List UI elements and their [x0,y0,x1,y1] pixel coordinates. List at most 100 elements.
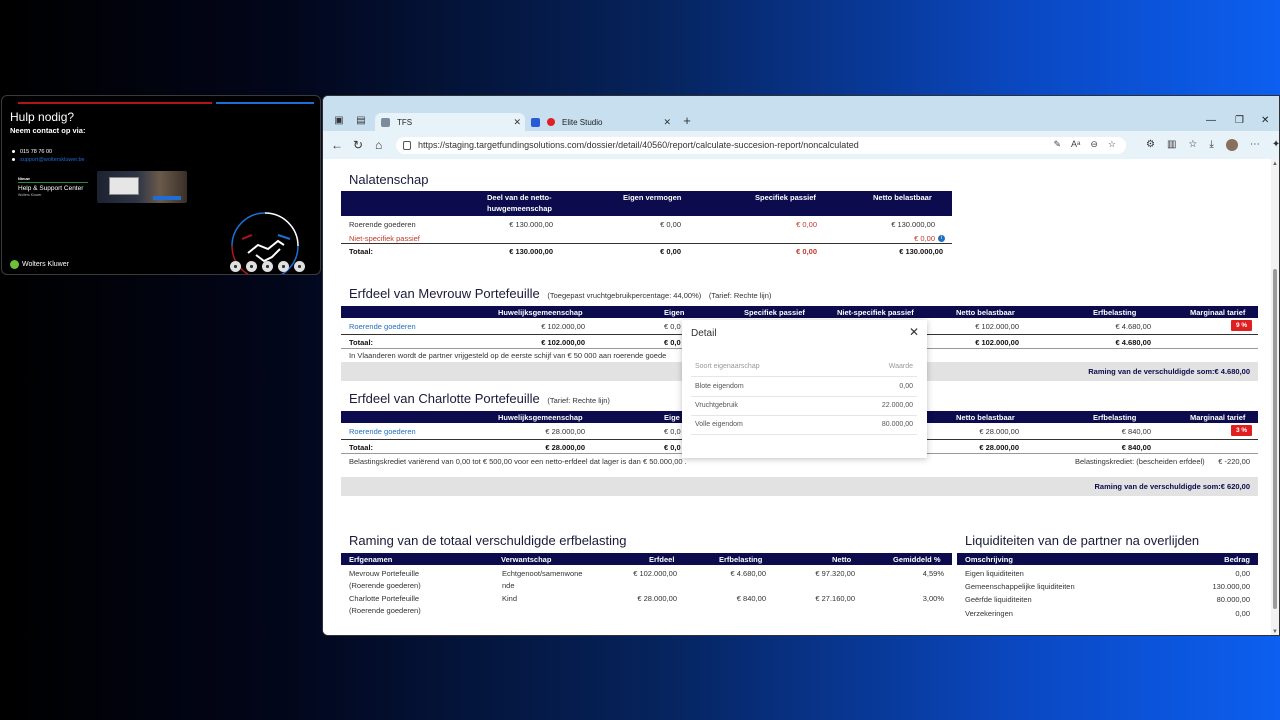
col-omschrijving: Omschrijving [965,555,1013,564]
favorite-star-icon[interactable]: ☆ [1108,139,1116,150]
tab-tfs[interactable]: TFS ✕ [375,113,525,131]
popup-row-label: Blote eigendom [695,383,744,390]
col-huw: Huwelijksgemeenschap [498,308,583,317]
total-netto: € 130.000,00 [899,247,943,256]
popup-row-value: 22.000,00 [881,402,913,409]
support-center-thumbnail[interactable] [97,171,187,203]
linkedin-icon[interactable] [246,261,257,272]
globe-icon[interactable] [230,261,241,272]
col-bedrag: Bedrag [1224,555,1250,564]
total-specifiek: € 0,00 [796,247,817,256]
split-screen-icon[interactable]: ▥ [1167,139,1176,151]
erfbelasting: € 4.680,00 [730,569,766,578]
page-scrollbar[interactable]: ▲ ▼ [1271,159,1279,635]
email-link[interactable]: support@wolterskluwer.be [20,157,85,163]
company-logo: Wolters Kluwer [10,260,69,269]
liq-value: 0,00 [1235,569,1250,578]
roerende-goederen-link[interactable]: Roerende goederen [349,427,416,436]
tab-label: TFS [397,117,413,127]
download-icon[interactable]: ⤓ [1209,139,1213,151]
profile-avatar[interactable] [1225,139,1238,151]
liq-value: 80.000,00 [1216,595,1250,604]
maximize-icon[interactable]: ❐ [1235,115,1244,126]
url-field[interactable]: https://staging.targetfundingsolutions.c… [396,137,1126,154]
total-erf: € 4.680,00 [1115,338,1151,347]
scrollbar-thumb[interactable] [1273,269,1277,609]
tab-label: Elite Studio [562,117,603,127]
verwantschap: Echtgenoot/samenwone [502,569,583,578]
new-tab-icon[interactable]: + [681,114,693,127]
row-huw: € 28.000,00 [545,427,585,436]
copilot-icon[interactable]: ✦ [1272,139,1279,151]
edit-icon[interactable]: ✎ [1053,139,1061,150]
support-center-promo[interactable]: Nieuw Help & Support Center Wolters Kluw… [18,176,93,197]
total-eigen: € 0,0 [664,338,681,347]
back-icon[interactable]: ← [331,138,343,152]
col-erfgenamen: Erfgenamen [349,555,393,564]
facebook-icon[interactable] [278,261,289,272]
raming-totaal-header: Erfgenamen Verwantschap Erfdeel Erfbelas… [341,553,952,565]
contact-email[interactable]: support@wolterskluwer.be [12,156,85,164]
refresh-icon[interactable]: ↻ [353,138,363,152]
erfgenaam-name: Mevrouw Portefeuille [349,569,420,578]
erfgenaam-sub: (Roerende goederen) [349,606,421,615]
close-tab-icon[interactable]: ✕ [513,117,521,128]
info-icon[interactable]: i [938,235,945,242]
read-aloud-icon[interactable]: Aᵃ [1071,139,1080,150]
detail-popup[interactable]: Detail ✕ Soort eigenaarschap Waarde Blot… [682,320,927,458]
liq-label: Eigen liquiditeiten [965,569,1024,578]
nalatenschap-table-header: Deel van de netto- huwgemeenschap Eigen … [341,191,952,216]
contact-list: 015 78 76 00 support@wolterskluwer.be [12,148,85,164]
erfdeel-mevrouw-heading: Erfdeel van Mevrouw Portefeuille [349,286,540,301]
liq-label: Gemeenschappelijke liquiditeiten [965,582,1075,591]
favorites-icon[interactable]: ☆ [1188,139,1197,151]
popup-row-label: Volle eigendom [695,421,743,428]
zoom-icon[interactable]: ⊖ [1090,139,1098,150]
row-divider [691,376,917,377]
col-erfbelasting: Erfbelasting [1093,413,1137,422]
liquiditeiten-header: Omschrijving Bedrag [957,553,1258,565]
verwantschap: Kind [502,594,518,603]
laptop-icon [109,177,139,195]
support-center-brand: Wolters Kluwer [18,193,42,197]
social-links [230,261,305,272]
lock-icon[interactable] [403,141,411,150]
workspaces-icon[interactable]: ▣ [333,115,345,127]
col-specifiek: Specifiek passief [755,193,816,202]
popup-row: Vruchtgebruik 22.000,00 [691,402,917,416]
close-tab-icon[interactable]: ✕ [663,117,671,128]
row-eigen: € 0,0 [664,322,681,331]
col-netto: Netto [832,555,852,564]
row-erf: € 840,00 [1121,427,1151,436]
close-window-icon[interactable]: ✕ [1261,115,1269,126]
erfgenaam-name: Charlotte Portefeuille [349,594,420,603]
total-netto: € 28.000,00 [979,443,1019,452]
liq-value: 130.000,00 [1212,582,1250,591]
popup-row: Blote eigendom 0,00 [691,383,917,397]
raming-text: Raming van de verschuldigde som:€ 620,00 [1094,482,1250,491]
more-menu-icon[interactable]: ⋯ [1250,139,1260,151]
scroll-down-icon[interactable]: ▼ [1272,629,1278,635]
netto: € 97.320,00 [815,569,855,578]
company-name: Wolters Kluwer [22,261,69,268]
tab-elite-studio[interactable]: Elite Studio ✕ [525,113,675,131]
accent-line-red [18,102,212,104]
elite-studio-favicon-icon [531,117,540,127]
roerende-goederen-link[interactable]: Roerende goederen [349,322,416,331]
home-icon[interactable]: ⌂ [375,138,382,152]
verwantschap-wrap: nde [502,581,515,590]
close-icon[interactable]: ✕ [909,325,919,339]
total-eigen: € 0,0 [664,443,681,452]
twitter-icon[interactable] [262,261,273,272]
row-netto: € 28.000,00 [979,427,1019,436]
contact-phone[interactable]: 015 78 76 00 [12,148,85,156]
minimize-icon[interactable]: — [1206,115,1216,126]
popup-row-value: 80.000,00 [881,421,913,428]
scroll-up-icon[interactable]: ▲ [1272,161,1278,167]
tab-actions-icon[interactable]: ▤ [355,115,367,127]
col-deel-line2: huwgemeenschap [487,204,553,213]
extensions-icon[interactable]: ⚙ [1146,139,1155,151]
thumbnail-banner [153,196,181,200]
row-label-passief: Niet-specifiek passief [349,234,420,243]
youtube-icon[interactable] [294,261,305,272]
